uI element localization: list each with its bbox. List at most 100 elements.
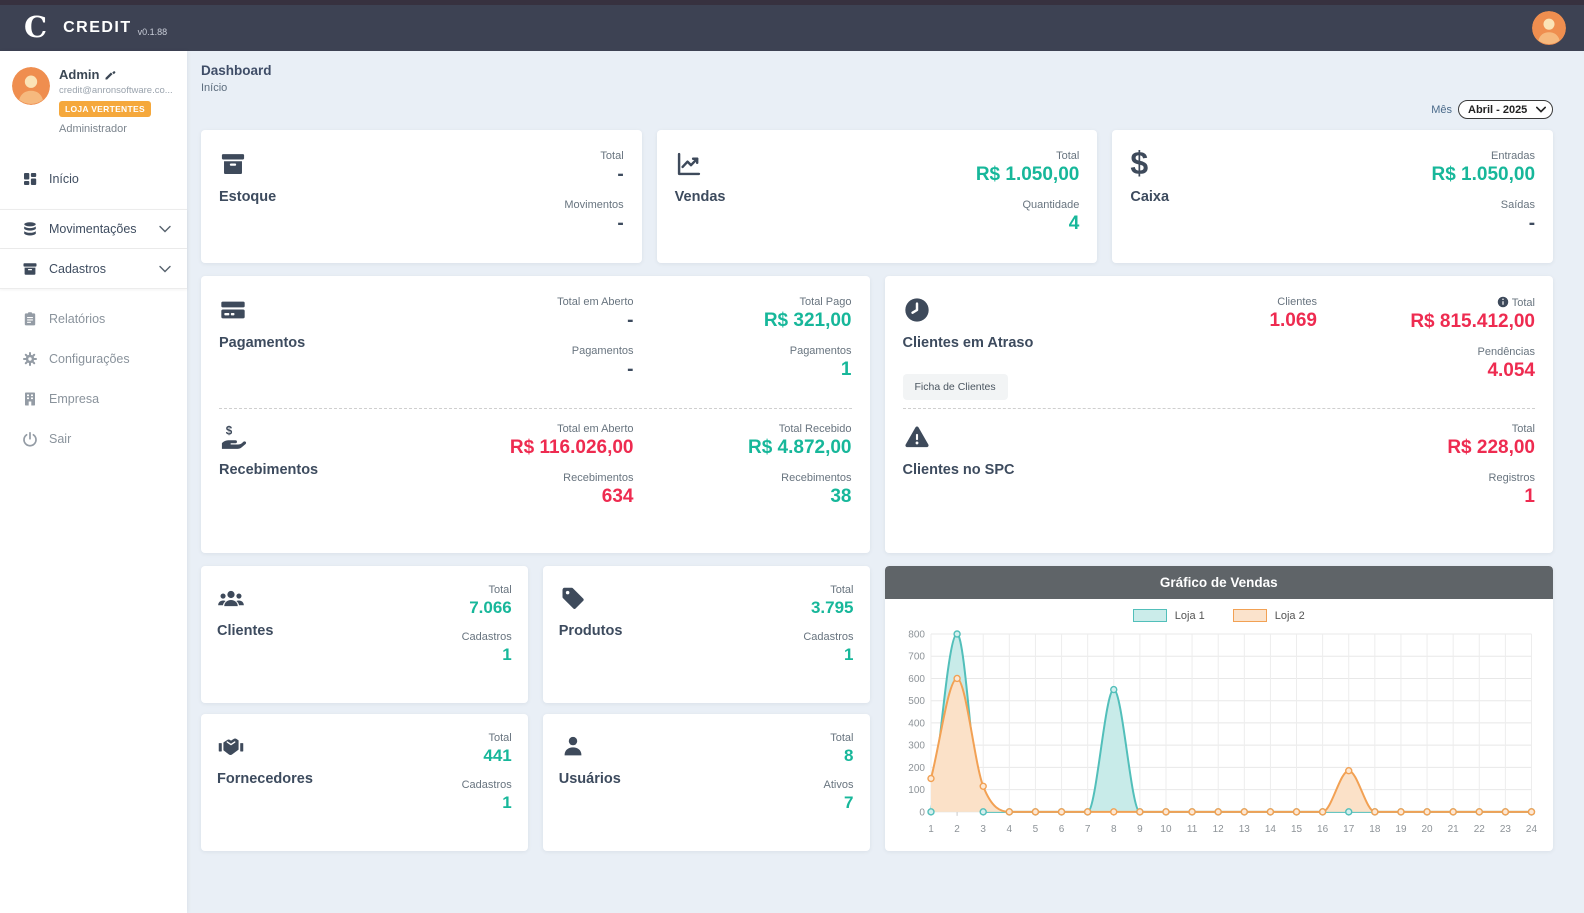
legend-item: Loja 2 — [1233, 609, 1305, 622]
metric-label: Pendências — [1317, 346, 1535, 358]
sidebar-item-empresa[interactable]: Empresa — [0, 379, 187, 419]
svg-text:20: 20 — [1421, 824, 1433, 835]
metric-label: Saídas — [1431, 199, 1535, 211]
metric-value: 634 — [416, 486, 634, 508]
svg-text:19: 19 — [1395, 824, 1407, 835]
svg-text:7: 7 — [1084, 824, 1090, 835]
metric-value: 8 — [824, 746, 854, 766]
sidebar-item-label: Cadastros — [49, 262, 106, 276]
svg-text:600: 600 — [908, 674, 925, 685]
clientes-atraso-section: Clientes em Atraso Ficha de Clientes Cli… — [903, 296, 1536, 406]
metric-value: 1 — [462, 793, 512, 813]
credit-card-icon — [219, 296, 247, 324]
metric-value: 1 — [1317, 486, 1535, 508]
card-caixa: $ Caixa EntradasR$ 1.050,00 Saídas- — [1112, 130, 1553, 263]
sales-chart-card: Gráfico de Vendas Loja 1Loja 2 010020030… — [885, 566, 1554, 851]
metric-value: - — [416, 359, 634, 381]
sidebar: Admin credit@anronsoftware.co... LOJA VE… — [0, 51, 187, 913]
svg-text:13: 13 — [1238, 824, 1250, 835]
avatar-icon — [1532, 11, 1566, 45]
metric-value: 4 — [976, 213, 1080, 235]
legend-item: Loja 1 — [1133, 609, 1205, 622]
clientes-spc-section: Clientes no SPC TotalR$ 228,00 Registros… — [903, 423, 1536, 533]
metric-label: Total Recebido — [634, 423, 852, 435]
legend-label: Loja 2 — [1275, 610, 1305, 622]
sidebar-item-cadastros[interactable]: Cadastros — [0, 249, 187, 289]
archive-icon — [22, 261, 38, 277]
user-avatar-button[interactable] — [1532, 11, 1566, 45]
chart-legend: Loja 1 Loja 2 — [901, 609, 1538, 622]
top-navbar: C CREDIT v0.1.88 — [0, 5, 1584, 51]
svg-text:21: 21 — [1447, 824, 1459, 835]
info-icon — [1497, 296, 1509, 308]
svg-text:10: 10 — [1160, 824, 1172, 835]
svg-text:22: 22 — [1473, 824, 1485, 835]
clipboard-icon — [22, 311, 38, 327]
metric-value: 1 — [462, 645, 512, 665]
users-icon — [217, 584, 245, 612]
legend-swatch — [1133, 609, 1167, 622]
metric-label: Pagamentos — [634, 345, 852, 357]
sidebar-item-sair[interactable]: Sair — [0, 419, 187, 459]
month-select[interactable]: Abril - 2025 — [1458, 100, 1553, 119]
edit-profile-icon[interactable] — [104, 69, 116, 81]
svg-text:100: 100 — [908, 785, 925, 796]
warning-icon — [903, 423, 931, 451]
metric-label: Clientes — [1099, 296, 1317, 308]
metric-value: 38 — [634, 486, 852, 508]
metric-label: Total — [462, 732, 512, 744]
recebimentos-section: $ Recebimentos Total em AbertoR$ 116.026… — [219, 423, 852, 533]
svg-text:18: 18 — [1369, 824, 1381, 835]
profile-section: Admin credit@anronsoftware.co... LOJA VE… — [0, 51, 187, 145]
card-estoque: Estoque Total- Movimentos- — [201, 130, 642, 263]
sidebar-item-configuracoes[interactable]: Configurações — [0, 339, 187, 379]
sidebar-menu: Início Movimentações Cadastros — [0, 159, 187, 459]
app-logo: C — [24, 10, 47, 44]
metric-label: Movimentos — [564, 199, 623, 211]
profile-name: Admin — [59, 67, 99, 82]
card-title: Vendas — [675, 189, 726, 205]
card-fornecedores: Fornecedores Total441 Cadastros1 — [201, 714, 528, 851]
chevron-down-icon — [159, 265, 171, 273]
svg-text:24: 24 — [1525, 824, 1537, 835]
sidebar-item-relatorios[interactable]: Relatórios — [0, 299, 187, 339]
profile-avatar[interactable] — [12, 67, 50, 105]
card-title: Usuários — [559, 771, 621, 787]
metric-label: Cadastros — [462, 631, 512, 643]
card-title: Pagamentos — [219, 335, 305, 351]
svg-text:1: 1 — [928, 824, 934, 835]
ficha-de-clientes-button[interactable]: Ficha de Clientes — [903, 374, 1008, 400]
metric-label: Quantidade — [976, 199, 1080, 211]
metric-label: Total — [824, 732, 854, 744]
svg-text:5: 5 — [1032, 824, 1038, 835]
metric-value: 4.054 — [1317, 360, 1535, 382]
metric-label: Total — [1317, 423, 1535, 435]
metric-value: - — [564, 164, 623, 186]
svg-text:6: 6 — [1058, 824, 1064, 835]
svg-text:16: 16 — [1317, 824, 1329, 835]
profile-email: credit@anronsoftware.co... — [59, 85, 173, 96]
svg-text:500: 500 — [908, 696, 925, 707]
power-icon — [22, 431, 38, 447]
sidebar-item-label: Configurações — [49, 352, 130, 366]
month-label: Mês — [1431, 104, 1452, 116]
sidebar-item-label: Movimentações — [49, 222, 137, 236]
metric-value: R$ 4.872,00 — [634, 437, 852, 459]
metric-label: Cadastros — [462, 779, 512, 791]
svg-text:300: 300 — [908, 741, 925, 752]
dashed-divider — [219, 408, 852, 409]
main-content: Dashboard Início Mês Abril - 2025 Es — [187, 51, 1584, 913]
metric-label: Recebimentos — [416, 472, 634, 484]
svg-text:8: 8 — [1110, 824, 1116, 835]
metric-label: Recebimentos — [634, 472, 852, 484]
svg-text:2: 2 — [954, 824, 960, 835]
database-icon — [22, 221, 38, 237]
sidebar-item-inicio[interactable]: Início — [0, 159, 187, 199]
sidebar-item-label: Relatórios — [49, 312, 105, 326]
metric-label: Total — [1512, 297, 1535, 309]
sidebar-item-movimentacoes[interactable]: Movimentações — [0, 209, 187, 249]
metric-value: - — [1431, 213, 1535, 235]
gear-icon — [22, 351, 38, 367]
handshake-icon — [217, 732, 245, 760]
metric-label: Total — [803, 584, 853, 596]
